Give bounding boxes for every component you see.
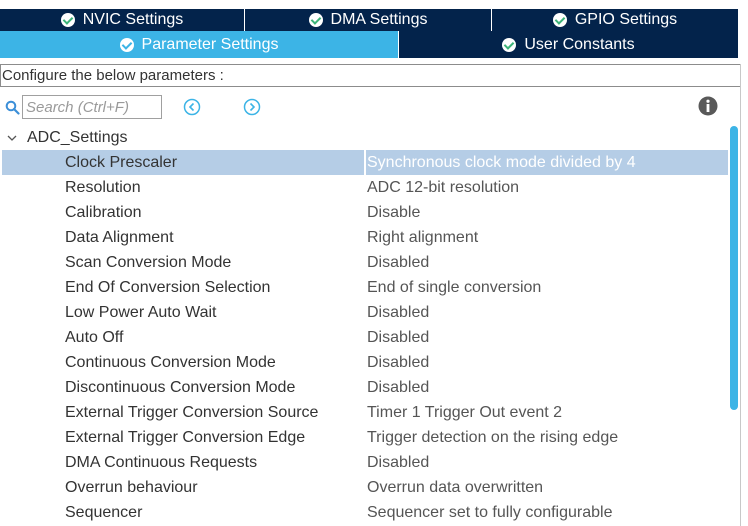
parameter-name: DMA Continuous Requests: [65, 454, 258, 471]
check-circle-icon: [60, 13, 75, 27]
table-row[interactable]: Data Alignment Right alignment: [2, 225, 728, 250]
chevron-down-icon[interactable]: [7, 133, 17, 143]
parameter-value[interactable]: Right alignment: [367, 225, 478, 250]
check-circle-icon: [552, 13, 567, 27]
table-row[interactable]: Auto Off Disabled: [2, 325, 728, 350]
table-row[interactable]: Resolution ADC 12-bit resolution: [2, 175, 728, 200]
parameter-value[interactable]: Trigger detection on the rising edge: [367, 425, 618, 450]
table-row[interactable]: End Of Conversion Selection End of single…: [2, 275, 728, 300]
table-row[interactable]: Continuous Conversion Mode Disabled: [2, 350, 728, 375]
parameter-value[interactable]: Overrun data overwritten: [367, 475, 543, 500]
tab-nvic-settings[interactable]: NVIC Settings: [0, 9, 245, 31]
adc-settings-group[interactable]: ADC_Settings: [0, 126, 728, 150]
table-row[interactable]: Low Power Auto Wait Disabled: [2, 300, 728, 325]
parameter-name: Overrun behaviour: [65, 479, 198, 496]
check-circle-icon: [119, 37, 134, 52]
table-row[interactable]: External Trigger Conversion Edge Trigger …: [2, 425, 728, 450]
arrow-right-circle-icon[interactable]: [243, 98, 261, 116]
parameter-table: Clock Prescaler Synchronous clock mode di…: [2, 150, 728, 525]
table-row[interactable]: Discontinuous Conversion Mode Disabled: [2, 375, 728, 400]
parameter-name: Discontinuous Conversion Mode: [65, 379, 296, 396]
table-row[interactable]: Clock Prescaler Synchronous clock mode di…: [2, 150, 728, 175]
table-row[interactable]: Calibration Disable: [2, 200, 728, 225]
parameter-value[interactable]: Disabled: [367, 300, 429, 325]
column-divider: [364, 150, 366, 175]
table-row[interactable]: Overrun behaviour Overrun data overwritte…: [2, 475, 728, 500]
tab-bar-top: NVIC Settings DMA Settings GPIO Settings: [0, 9, 748, 31]
parameter-name: Auto Off: [65, 329, 124, 346]
parameter-name: Continuous Conversion Mode: [65, 354, 276, 371]
parameter-name: Low Power Auto Wait: [65, 304, 217, 321]
tab-label: User Constants: [524, 35, 635, 53]
parameter-value[interactable]: Disabled: [367, 325, 429, 350]
arrow-left-circle-icon[interactable]: [183, 98, 201, 116]
info-icon[interactable]: [698, 96, 718, 116]
parameter-value[interactable]: Timer 1 Trigger Out event 2: [367, 400, 562, 425]
tab-bar-corner: [739, 31, 748, 58]
parameter-name: External Trigger Conversion Source: [65, 404, 319, 421]
search-input[interactable]: [22, 95, 162, 119]
check-circle-icon: [502, 37, 517, 52]
tab-bar-corner: [739, 9, 748, 31]
parameter-name: Scan Conversion Mode: [65, 254, 232, 271]
tab-bar-bottom: Parameter Settings User Constants: [0, 31, 748, 58]
parameter-name: Data Alignment: [65, 229, 174, 246]
panel-border: [740, 64, 741, 526]
parameter-value[interactable]: ADC 12-bit resolution: [367, 175, 519, 200]
parameter-name: Sequencer: [65, 504, 143, 521]
parameter-settings-panel: NVIC Settings DMA Settings GPIO Settings…: [0, 0, 748, 526]
tab-gpio-settings[interactable]: GPIO Settings: [492, 9, 739, 31]
parameter-name: External Trigger Conversion Edge: [65, 429, 306, 446]
scrollbar-thumb[interactable]: [730, 126, 738, 410]
parameter-name: End Of Conversion Selection: [65, 279, 271, 296]
tab-label: Parameter Settings: [141, 35, 279, 53]
parameter-value[interactable]: Disable: [367, 200, 420, 225]
table-row[interactable]: External Trigger Conversion Source Timer …: [2, 400, 728, 425]
parameter-value[interactable]: Disabled: [367, 375, 429, 400]
tab-dma-settings[interactable]: DMA Settings: [245, 9, 492, 31]
parameter-value[interactable]: Disabled: [367, 450, 429, 475]
parameter-value[interactable]: Synchronous clock mode divided by 4: [367, 150, 636, 175]
parameter-value[interactable]: Disabled: [367, 250, 429, 275]
configure-label: Configure the below parameters :: [0, 64, 741, 87]
search-icon: [5, 100, 20, 115]
check-circle-icon: [308, 13, 323, 27]
tab-user-constants[interactable]: User Constants: [399, 31, 739, 58]
parameter-name: Resolution: [65, 179, 141, 196]
parameter-value[interactable]: Disabled: [367, 350, 429, 375]
table-row[interactable]: Sequencer Sequencer set to fully configur…: [2, 500, 728, 525]
parameter-name: Calibration: [65, 204, 142, 221]
table-row[interactable]: Scan Conversion Mode Disabled: [2, 250, 728, 275]
table-row[interactable]: DMA Continuous Requests Disabled: [2, 450, 728, 475]
tab-label: NVIC Settings: [82, 11, 184, 28]
group-label: ADC_Settings: [27, 129, 128, 146]
tab-label: DMA Settings: [330, 11, 428, 28]
tab-parameter-settings[interactable]: Parameter Settings: [0, 31, 399, 58]
parameter-name: Clock Prescaler: [65, 154, 178, 171]
tab-label: GPIO Settings: [574, 11, 678, 28]
parameter-value[interactable]: End of single conversion: [367, 275, 541, 300]
parameter-value[interactable]: Sequencer set to fully configurable: [367, 500, 612, 525]
